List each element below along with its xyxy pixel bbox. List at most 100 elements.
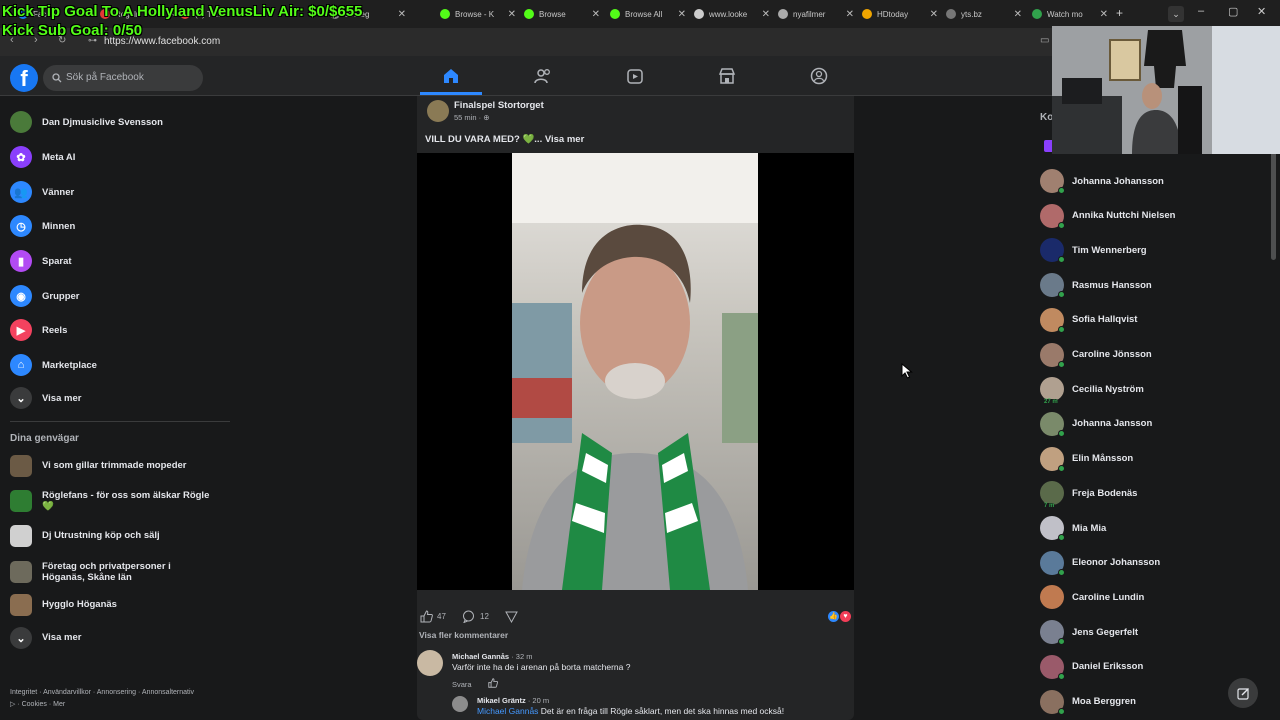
post-author[interactable]: Finalspel Stortorget [454,100,544,111]
contact-item[interactable]: 27 m Cecilia Nyström [1040,374,1144,406]
contact-name: Rasmus Hansson [1072,279,1152,291]
shortcut-item[interactable]: ⌄ Visa mer [10,624,230,652]
browser-tab[interactable]: Watch mo ✕ [1032,4,1108,24]
online-status-dot [1058,568,1065,576]
home-icon[interactable] [441,66,461,86]
tab-favicon-icon [946,9,956,19]
reaction-like-icon[interactable]: 👍 [828,611,839,622]
shortcut-label: Hygglo Höganäs [42,599,117,611]
contact-name: Tim Wennerberg [1072,244,1147,256]
browser-tab[interactable]: HDtoday ✕ [862,4,938,24]
friends-icon[interactable] [533,66,553,86]
contact-item[interactable]: Johanna Johansson [1040,166,1164,196]
comment-2-mention[interactable]: Michael Gannås [477,706,538,716]
contact-item[interactable]: Eleonor Johansson [1040,548,1160,578]
contact-item[interactable]: Mia Mia [1040,513,1106,543]
group-thumbnail [10,561,32,583]
shortcut-item[interactable]: Vi som gillar trimmade mopeder [10,452,230,480]
groups-icon[interactable] [809,66,829,86]
share-icon[interactable] [505,611,518,623]
tab-search-button[interactable]: ⌄ [1168,6,1184,22]
contact-item[interactable]: Jens Gegerfelt [1040,617,1138,647]
tab-close-icon[interactable]: ✕ [1100,9,1108,20]
comment-2-author[interactable]: Mikael Gräntz [477,696,526,705]
shortcuts-title: Dina genvägar [10,433,79,444]
shortcut-item[interactable]: Dj Utrustning köp och sälj [10,522,230,550]
shortcut-item[interactable]: Röglefans - för oss som älskar Rögle 💚 [10,487,230,515]
contact-item[interactable]: 7 m Freja Bodenäs [1040,478,1137,510]
tab-close-icon[interactable]: ✕ [678,9,686,20]
facebook-logo-icon[interactable]: f [10,64,38,92]
reply-avatar[interactable] [452,696,468,712]
footer-links[interactable]: Integritet · Användarvillkor · Annonseri… [10,689,194,696]
contact-item[interactable]: Annika Nuttchi Nielsen [1040,201,1175,231]
contact-item[interactable]: Johanna Jansson [1040,409,1152,439]
avatar [1040,446,1065,472]
avatar [1040,585,1064,610]
search-input[interactable]: Sök på Facebook [43,65,203,91]
sidebar-item-marketplace[interactable]: ⌂ Marketplace [10,351,97,379]
contact-item[interactable]: Daniel Eriksson [1040,652,1143,682]
page-avatar[interactable] [427,100,449,122]
footer-links-more[interactable]: ▷ · Cookies · Mer [10,700,65,708]
commenter-avatar[interactable] [417,650,443,676]
contact-item[interactable]: Moa Berggren [1040,687,1136,717]
browser-tab[interactable]: Browse ✕ [524,4,600,24]
tab-close-icon[interactable]: ✕ [398,9,406,20]
contact-name: Mia Mia [1072,522,1107,534]
online-status-dot [1058,638,1065,646]
tab-close-icon[interactable]: ✕ [1014,9,1022,20]
close-window-button[interactable]: ✕ [1257,5,1266,18]
browser-tab[interactable]: Browse - K ✕ [440,4,516,24]
browser-tab[interactable]: www.looke ✕ [694,4,770,24]
contact-item[interactable]: Rasmus Hansson [1040,270,1152,300]
browser-tab[interactable]: Browse All ✕ [610,4,686,24]
sidebar-item-v-nner[interactable]: 👥 Vänner [10,178,74,206]
video-icon[interactable] [625,66,645,86]
sidebar-item-dan-djmusiclive-svensson[interactable]: Dan Djmusiclive Svensson [10,108,163,136]
contact-item[interactable]: Elin Månsson [1040,444,1133,474]
contact-item[interactable]: Tim Wennerberg [1040,235,1147,265]
online-status-dot [1058,325,1065,333]
contact-item[interactable]: Caroline Lundin [1040,582,1144,612]
online-status-dot [1058,429,1065,437]
view-more-comments[interactable]: Visa fler kommentarer [419,630,508,640]
minimize-button[interactable]: – [1198,5,1204,17]
maximize-button[interactable]: ▢ [1228,5,1238,18]
comment-2-header: Mikael Gräntz · 20 m [477,696,549,705]
tab-close-icon[interactable]: ✕ [762,9,770,20]
tab-close-icon[interactable]: ✕ [508,9,516,20]
cast-icon[interactable]: ▭ [1040,35,1049,46]
reaction-love-icon[interactable]: ♥ [840,611,851,622]
avatar [1040,203,1065,229]
new-tab-button[interactable]: + [1116,6,1123,20]
sidebar-item-sparat[interactable]: ▮ Sparat [10,247,72,275]
marketplace-icon[interactable] [717,66,737,86]
browser-tab[interactable]: yts.bz ✕ [946,4,1022,24]
comment-icon[interactable] [462,610,475,623]
clock-icon: ◷ [10,215,32,237]
tab-favicon-icon [610,9,620,19]
tab-label: nyafilmer [793,9,826,19]
comment-1-author[interactable]: Michael Gannås [452,652,509,661]
online-status-dot [1058,534,1065,541]
sidebar-item-meta-ai[interactable]: ✿ Meta AI [10,143,75,171]
shortcut-item[interactable]: Hygglo Höganäs [10,591,230,619]
comment-like-icon[interactable] [488,678,498,688]
comment-1-reply[interactable]: Svara [452,680,472,689]
shortcut-item[interactable]: Företag och privatpersoner i Höganäs, Sk… [10,557,230,587]
sidebar-item-visa-mer[interactable]: ⌄ Visa mer [10,384,81,412]
tab-label: yts.bz [961,9,982,19]
sidebar-item-minnen[interactable]: ◷ Minnen [10,212,75,240]
new-message-button[interactable] [1228,678,1258,708]
contact-item[interactable]: Caroline Jönsson [1040,340,1152,370]
browser-tab[interactable]: nyafilmer ✕ [778,4,854,24]
sidebar-item-reels[interactable]: ▶ Reels [10,316,67,344]
sidebar-item-grupper[interactable]: ◉ Grupper [10,282,79,310]
contact-item[interactable]: Sofia Hallqvist [1040,305,1137,335]
tab-close-icon[interactable]: ✕ [846,9,854,20]
video-frame[interactable] [512,153,758,590]
tab-close-icon[interactable]: ✕ [930,9,938,20]
like-icon[interactable] [420,610,433,623]
tab-close-icon[interactable]: ✕ [592,9,600,20]
